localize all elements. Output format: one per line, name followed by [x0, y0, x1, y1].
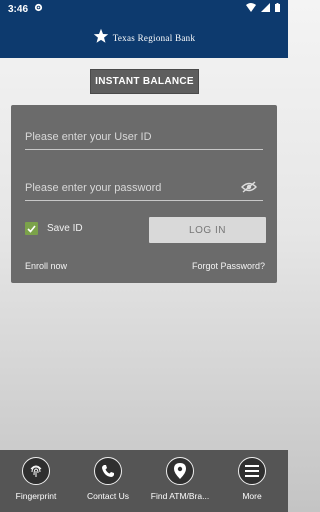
forgot-password-link[interactable]: Forgot Password?: [192, 261, 265, 271]
battery-icon: [275, 3, 280, 15]
user-id-placeholder: Please enter your User ID: [25, 130, 152, 143]
status-bar: 3:46: [0, 0, 288, 18]
location-pin-icon: [166, 457, 194, 485]
nav-contact-us[interactable]: Contact Us: [72, 457, 144, 512]
password-placeholder: Please enter your password: [25, 181, 162, 194]
password-input[interactable]: Please enter your password: [25, 175, 263, 201]
menu-icon: [238, 457, 266, 485]
app-header: Texas Regional Bank: [0, 18, 288, 58]
fingerprint-icon: [22, 457, 50, 485]
nav-label: Find ATM/Bra...: [150, 491, 210, 501]
instant-balance-button[interactable]: INSTANT BALANCE: [90, 69, 199, 94]
save-id-label: Save ID: [47, 223, 83, 234]
save-id-checkbox[interactable]: [25, 222, 38, 235]
phone-icon: [94, 457, 122, 485]
user-id-input[interactable]: Please enter your User ID: [25, 124, 263, 150]
signal-icon: [261, 3, 270, 15]
login-button[interactable]: LOG IN: [149, 217, 266, 243]
wifi-icon: [246, 3, 256, 15]
status-time: 3:46: [8, 3, 29, 15]
star-logo-icon: [93, 28, 109, 49]
enroll-now-link[interactable]: Enroll now: [25, 261, 67, 271]
bank-name: Texas Regional Bank: [112, 33, 196, 43]
save-id-row[interactable]: Save ID: [25, 222, 83, 235]
nav-fingerprint[interactable]: Fingerprint: [0, 457, 72, 512]
bottom-nav: Fingerprint Contact Us Find ATM/Bra... M…: [0, 450, 288, 512]
nav-more[interactable]: More: [216, 457, 288, 512]
nav-label: More: [242, 491, 262, 501]
settings-icon: [34, 3, 43, 15]
nav-label: Contact Us: [86, 491, 130, 501]
bank-logo: Texas Regional Bank: [93, 28, 196, 49]
eye-off-icon[interactable]: [241, 181, 257, 196]
nav-find-atm[interactable]: Find ATM/Bra...: [144, 457, 216, 512]
login-card: Please enter your User ID Please enter y…: [11, 105, 277, 283]
nav-label: Fingerprint: [15, 491, 57, 501]
status-icons: [246, 3, 280, 15]
